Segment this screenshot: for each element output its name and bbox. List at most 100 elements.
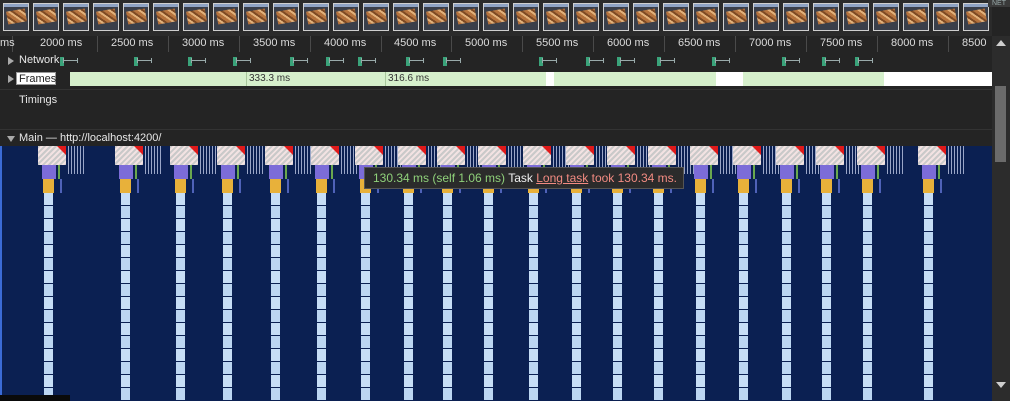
short-task[interactable] xyxy=(151,146,152,174)
paint-event[interactable] xyxy=(836,165,838,179)
network-request[interactable] xyxy=(137,58,152,63)
call-stack-column[interactable] xyxy=(822,193,831,401)
filmstrip-thumbnail[interactable] xyxy=(93,3,119,31)
call-stack-column[interactable] xyxy=(223,193,232,401)
filmstrip-thumbnail[interactable] xyxy=(573,3,599,31)
short-task[interactable] xyxy=(215,146,216,174)
paint-event[interactable] xyxy=(877,165,879,179)
network-request[interactable] xyxy=(329,58,344,63)
filmstrip-thumbnail[interactable] xyxy=(513,3,539,31)
paint-event[interactable] xyxy=(237,165,239,179)
layout-event[interactable] xyxy=(60,179,62,193)
filmstrip-thumbnail[interactable] xyxy=(303,3,329,31)
short-task[interactable] xyxy=(301,146,302,174)
long-task-link[interactable]: Long task xyxy=(536,171,588,185)
triangle-right-icon[interactable] xyxy=(8,57,14,65)
call-stack-column[interactable] xyxy=(924,193,933,401)
filmstrip-thumbnail[interactable] xyxy=(213,3,239,31)
short-task[interactable] xyxy=(298,146,299,174)
layout-event[interactable] xyxy=(838,179,840,193)
network-request[interactable] xyxy=(191,58,206,63)
short-task[interactable] xyxy=(902,146,903,174)
scripting-block[interactable] xyxy=(315,165,329,179)
filmstrip-thumbnail[interactable] xyxy=(393,3,419,31)
short-task[interactable] xyxy=(347,146,348,174)
triangle-right-icon[interactable] xyxy=(8,75,14,83)
network-request[interactable] xyxy=(785,58,800,63)
short-task[interactable] xyxy=(890,146,891,174)
function-call-block[interactable] xyxy=(43,179,54,193)
triangle-down-icon[interactable] xyxy=(7,136,15,142)
short-task[interactable] xyxy=(83,146,84,174)
layout-event[interactable] xyxy=(239,179,241,193)
paint-event[interactable] xyxy=(796,165,798,179)
filmstrip[interactable] xyxy=(0,0,992,36)
short-task[interactable] xyxy=(341,146,342,174)
short-task[interactable] xyxy=(200,146,201,174)
scroll-up-arrow-icon[interactable] xyxy=(996,40,1006,46)
short-task[interactable] xyxy=(720,146,721,174)
short-task[interactable] xyxy=(145,146,146,174)
layout-event[interactable] xyxy=(940,179,942,193)
scripting-block[interactable] xyxy=(269,165,283,179)
short-task[interactable] xyxy=(893,146,894,174)
network-request[interactable] xyxy=(446,58,461,63)
short-task[interactable] xyxy=(812,146,813,174)
paint-event[interactable] xyxy=(58,165,60,179)
short-task[interactable] xyxy=(157,146,158,174)
function-call-block[interactable] xyxy=(862,179,873,193)
layout-event[interactable] xyxy=(879,179,881,193)
short-task[interactable] xyxy=(304,146,305,174)
scripting-block[interactable] xyxy=(174,165,188,179)
short-task[interactable] xyxy=(74,146,75,174)
call-stack-column[interactable] xyxy=(361,193,370,401)
filmstrip-thumbnail[interactable] xyxy=(153,3,179,31)
call-stack-column[interactable] xyxy=(176,193,185,401)
filmstrip-thumbnail[interactable] xyxy=(723,3,749,31)
call-stack-column[interactable] xyxy=(443,193,452,401)
filmstrip-thumbnail[interactable] xyxy=(843,3,869,31)
layout-event[interactable] xyxy=(798,179,800,193)
short-task[interactable] xyxy=(253,146,254,174)
short-task[interactable] xyxy=(256,146,257,174)
network-request[interactable] xyxy=(858,58,873,63)
short-task[interactable] xyxy=(684,146,685,174)
call-stack-column[interactable] xyxy=(317,193,326,401)
short-task[interactable] xyxy=(766,146,767,174)
call-stack-column[interactable] xyxy=(572,193,581,401)
call-stack-column[interactable] xyxy=(529,193,538,401)
filmstrip-thumbnail[interactable] xyxy=(903,3,929,31)
short-task[interactable] xyxy=(307,146,308,174)
network-request[interactable] xyxy=(620,58,635,63)
filmstrip-thumbnail[interactable] xyxy=(273,3,299,31)
layout-event[interactable] xyxy=(333,179,335,193)
function-call-block[interactable] xyxy=(120,179,131,193)
short-task[interactable] xyxy=(160,146,161,174)
call-stack-column[interactable] xyxy=(696,193,705,401)
layout-event[interactable] xyxy=(137,179,139,193)
filmstrip-thumbnail[interactable] xyxy=(783,3,809,31)
call-stack-column[interactable] xyxy=(863,193,872,401)
filmstrip-thumbnail[interactable] xyxy=(33,3,59,31)
network-request[interactable] xyxy=(660,58,675,63)
network-request[interactable] xyxy=(409,58,424,63)
scroll-down-arrow-icon[interactable] xyxy=(996,382,1006,388)
function-call-block[interactable] xyxy=(270,179,281,193)
function-call-block[interactable] xyxy=(175,179,186,193)
layout-event[interactable] xyxy=(755,179,757,193)
call-stack-column[interactable] xyxy=(782,193,791,401)
short-task[interactable] xyxy=(846,146,847,174)
short-task[interactable] xyxy=(957,146,958,174)
function-call-block[interactable] xyxy=(316,179,327,193)
call-stack-column[interactable] xyxy=(121,193,130,401)
filmstrip-thumbnail[interactable] xyxy=(813,3,839,31)
scripting-block[interactable] xyxy=(780,165,794,179)
filmstrip-thumbnail[interactable] xyxy=(753,3,779,31)
scripting-block[interactable] xyxy=(820,165,834,179)
network-request[interactable] xyxy=(825,58,840,63)
function-call-block[interactable] xyxy=(821,179,832,193)
short-task[interactable] xyxy=(68,146,69,174)
network-request[interactable] xyxy=(715,58,730,63)
filmstrip-thumbnail[interactable] xyxy=(663,3,689,31)
short-task[interactable] xyxy=(951,146,952,174)
